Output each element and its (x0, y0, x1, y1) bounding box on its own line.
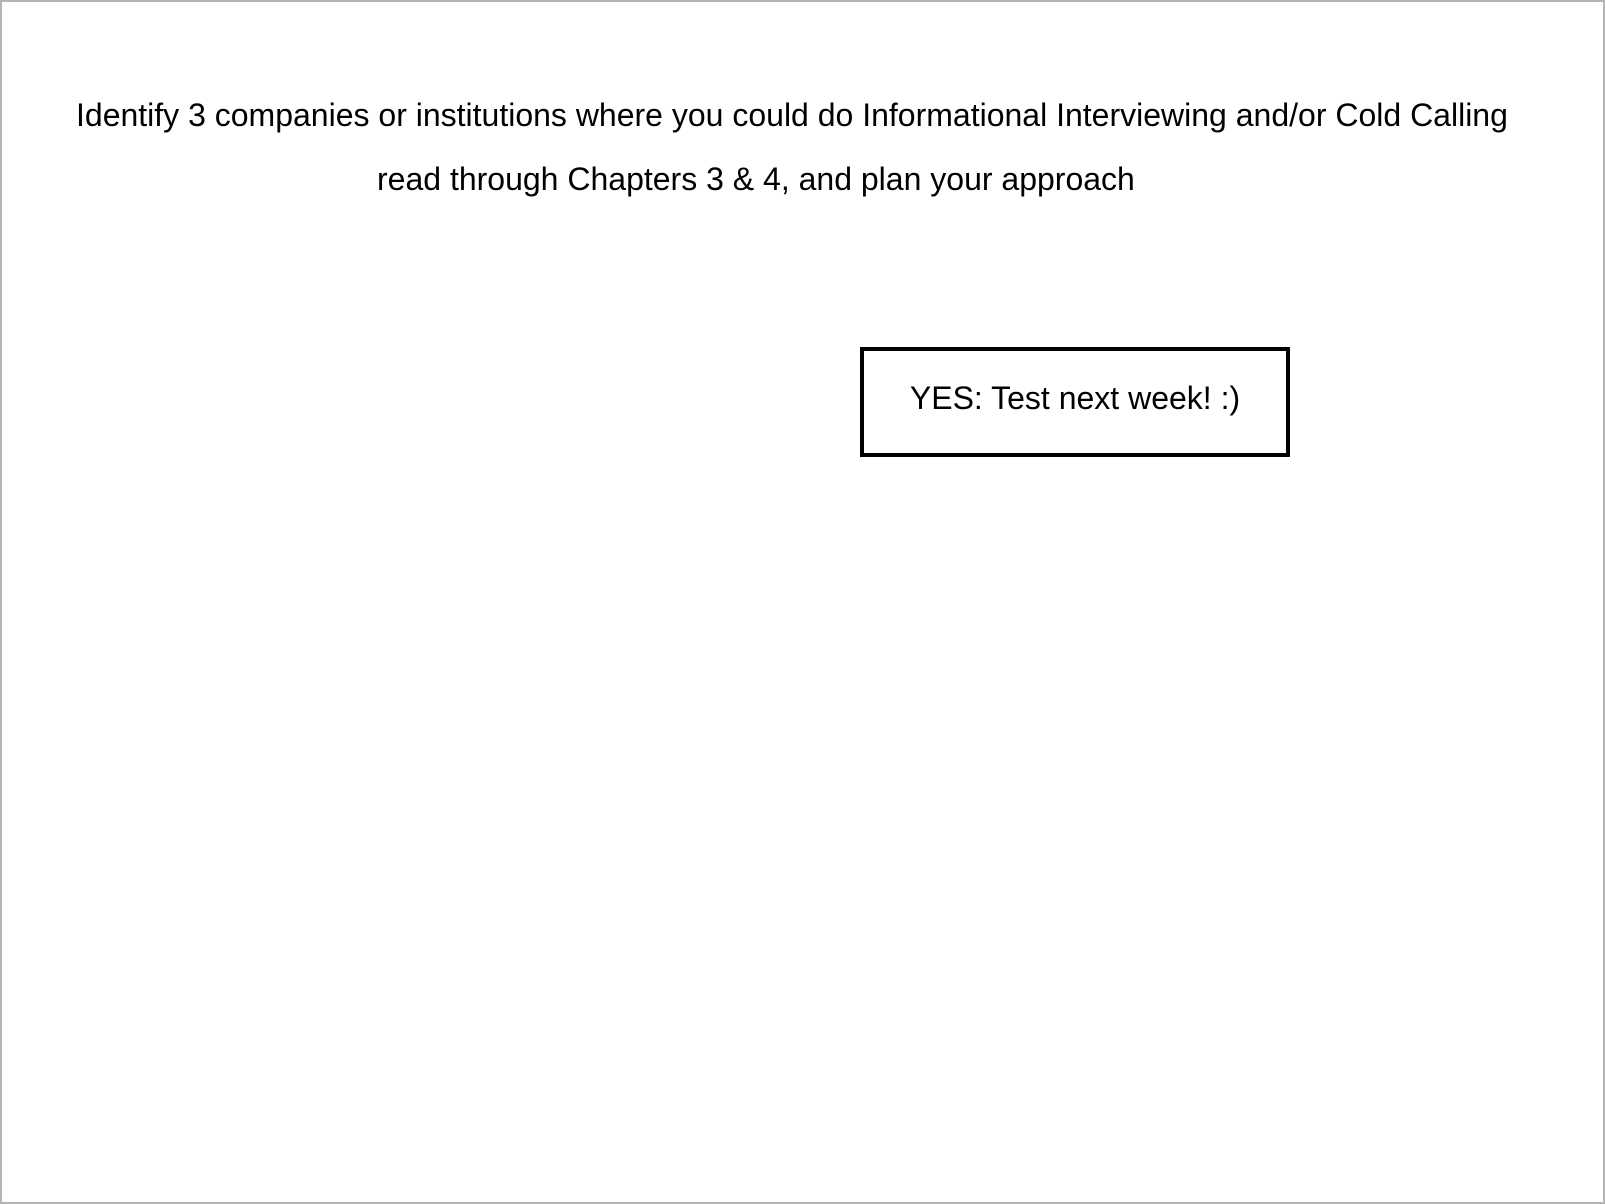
instruction-line-2: read through Chapters 3 & 4, and plan yo… (377, 161, 1135, 197)
note-box: YES: Test next week! :) (860, 347, 1290, 457)
note-text: YES: Test next week! :) (909, 380, 1241, 416)
instruction-line-1: Identify 3 companies or institutions whe… (76, 97, 1508, 133)
document-page: Identify 3 companies or institutions whe… (0, 0, 1605, 1204)
